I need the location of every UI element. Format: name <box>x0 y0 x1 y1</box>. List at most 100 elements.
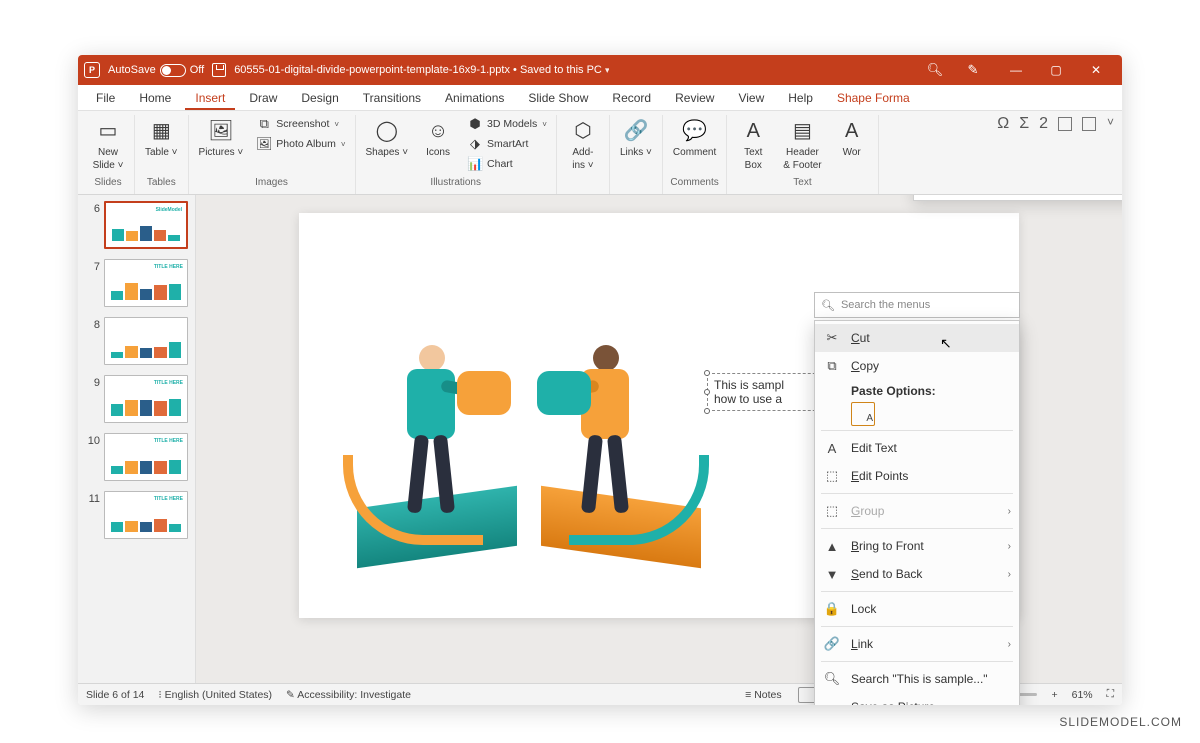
menu-item-label: Send to Back <box>851 567 922 581</box>
menu-item-label: Edit Text <box>851 441 897 455</box>
ribbon-photo-album[interactable]: 🖼Photo Album ˅ <box>253 135 348 153</box>
ribbon-wor[interactable]: AWor <box>832 115 872 160</box>
tab-draw[interactable]: Draw <box>239 87 287 110</box>
group-label: Comments <box>670 175 718 191</box>
tab-review[interactable]: Review <box>665 87 724 110</box>
tab-shape-forma[interactable]: Shape Forma <box>827 87 920 110</box>
ribbon-new-slide[interactable]: ▭NewSlide ˅ <box>88 115 128 173</box>
ribbon-header-footer[interactable]: ▤Header& Footer <box>779 115 825 173</box>
search-icon[interactable]: 🔍︎ <box>920 62 950 78</box>
tab-file[interactable]: File <box>86 87 125 110</box>
draw-mode-icon[interactable]: ✎ <box>958 62 988 78</box>
photo-album-icon: 🖼 <box>256 136 272 152</box>
mini-outline[interactable]: ▭Outline˅ <box>985 195 1027 197</box>
group-label: Tables <box>147 175 176 191</box>
ribbon-collapse-icon[interactable]: ˅ <box>1107 115 1114 129</box>
ribbon-comment[interactable]: 💬Comment <box>669 115 720 160</box>
tab-view[interactable]: View <box>728 87 774 110</box>
menu-bring-to-front[interactable]: ▲Bring to Front› <box>815 532 1019 560</box>
menu-item-label: Edit Points <box>851 469 908 483</box>
notes-button[interactable]: ≡ Notes <box>745 689 781 701</box>
ribbon-3d-models[interactable]: ⬢3D Models ˅ <box>464 115 550 133</box>
ribbon-smartart[interactable]: ⬗SmartArt <box>464 135 550 153</box>
thumbnail-number: 7 <box>86 259 100 273</box>
table-icon: ▦ <box>147 117 175 145</box>
pictures-icon: 🖼 <box>207 117 235 145</box>
thumbnail-slide[interactable]: 8 <box>86 317 191 365</box>
ribbon-links[interactable]: 🔗Links ˅ <box>616 115 656 160</box>
minimize-button[interactable]: — <box>996 55 1036 85</box>
search-icon: 🔍︎ <box>821 299 835 312</box>
ribbon-text-box[interactable]: ATextBox <box>733 115 773 173</box>
ribbon-screenshot[interactable]: ⧉Screenshot ˅ <box>253 115 348 133</box>
zoom-in-button[interactable]: + <box>1051 689 1057 701</box>
menu-lock[interactable]: 🔒Lock <box>815 595 1019 623</box>
menu-copy[interactable]: ⧉Copy <box>815 352 1019 380</box>
thumbnail-slide[interactable]: 10TITLE HERE <box>86 433 191 481</box>
workspace: 6SlideModel7TITLE HERE89TITLE HERE10TITL… <box>78 195 1122 683</box>
autosave-toggle[interactable]: AutoSave Off <box>108 64 204 77</box>
tab-help[interactable]: Help <box>778 87 823 110</box>
extra-ribbon-symbols: ΩΣ2 <box>997 115 1096 133</box>
ribbon-icons[interactable]: ☺Icons <box>418 115 458 160</box>
slide-thumbnails-panel[interactable]: 6SlideModel7TITLE HERE89TITLE HERE10TITL… <box>78 195 196 683</box>
thumbnail-number: 9 <box>86 375 100 389</box>
thumbnail-preview[interactable] <box>104 317 188 365</box>
menu-search-input[interactable]: 🔍︎ Search the menus <box>814 292 1020 318</box>
mini-fill[interactable]: ▰Fill˅ <box>951 195 985 197</box>
thumbnail-slide[interactable]: 9 TITLE HERE <box>86 375 191 423</box>
menu-item-label: Copy <box>851 359 879 373</box>
tab-slide-show[interactable]: Slide Show <box>518 87 598 110</box>
thumbnail-slide[interactable]: 6SlideModel <box>86 201 191 249</box>
ribbon-table[interactable]: ▦Table ˅ <box>141 115 182 160</box>
close-button[interactable]: ✕ <box>1076 55 1116 85</box>
menu-send-to-back[interactable]: ▼Send to Back› <box>815 560 1019 588</box>
document-title[interactable]: 60555-01-digital-divide-powerpoint-templ… <box>234 64 609 76</box>
fit-to-window-button[interactable]: ⛶ <box>1107 688 1114 701</box>
ribbon-shapes[interactable]: ◯Shapes ˅ <box>362 115 413 160</box>
slide-counter[interactable]: Slide 6 of 14 <box>86 689 144 701</box>
menu-save-as-picture[interactable]: Save as Picture... <box>815 693 1019 705</box>
zoom-level[interactable]: 61% <box>1072 689 1093 701</box>
mini-toolbar[interactable]: ◧Style˅▰Fill˅▭Outline˅💬NewCommentAFontCo… <box>913 195 1122 201</box>
mini-animation-styles[interactable]: ★AnimationStyles <box>1115 195 1122 197</box>
thumbnail-slide[interactable]: 7 TITLE HERE <box>86 259 191 307</box>
menu-item-label: Save as Picture... <box>851 700 945 705</box>
accessibility-status[interactable]: ✎ Accessibility: Investigate <box>286 689 411 701</box>
mini-new-comment[interactable]: 💬NewComment <box>1027 195 1080 197</box>
link-icon: 🔗 <box>823 635 841 653</box>
thumbnail-preview[interactable]: TITLE HERE <box>104 433 188 481</box>
mini-style[interactable]: ◧Style˅ <box>917 195 951 197</box>
tab-home[interactable]: Home <box>129 87 181 110</box>
tab-transitions[interactable]: Transitions <box>353 87 431 110</box>
submenu-arrow-icon: › <box>1008 569 1011 580</box>
thumbnail-preview[interactable]: TITLE HERE <box>104 491 188 539</box>
tab-insert[interactable]: Insert <box>185 87 235 110</box>
tab-animations[interactable]: Animations <box>435 87 514 110</box>
menu-item-label: Cut <box>851 331 870 345</box>
tab-design[interactable]: Design <box>291 87 348 110</box>
mini-font-color[interactable]: AFontColor˅ <box>1080 195 1115 197</box>
menu-edit-text[interactable]: AEdit Text <box>815 434 1019 462</box>
thumbnail-slide[interactable]: 11 TITLE HERE <box>86 491 191 539</box>
lock-icon: 🔒 <box>823 600 841 618</box>
maximize-button[interactable]: ▢ <box>1036 55 1076 85</box>
menu-edit-points[interactable]: ⬚Edit Points <box>815 462 1019 490</box>
paste-keep-text-button[interactable]: A <box>851 402 875 426</box>
ribbon-add--ins[interactable]: ⬡Add-ins ˅ <box>563 115 603 173</box>
ribbon-pictures[interactable]: 🖼Pictures ˅ <box>195 115 248 160</box>
menu-link[interactable]: 🔗Link› <box>815 630 1019 658</box>
menu-search-this-is-sample[interactable]: 🔍︎Search "This is sample..." <box>815 665 1019 693</box>
thumbnail-preview[interactable]: TITLE HERE <box>104 375 188 423</box>
header-icon: ▤ <box>788 117 816 145</box>
menu-cut[interactable]: ✂Cut <box>815 324 1019 352</box>
thumbnail-preview[interactable]: SlideModel <box>104 201 188 249</box>
thumbnail-preview[interactable]: TITLE HERE <box>104 259 188 307</box>
ribbon-chart[interactable]: 📊Chart <box>464 155 550 173</box>
tab-record[interactable]: Record <box>602 87 661 110</box>
save-icon[interactable] <box>212 63 226 77</box>
ribbon-group-tables: ▦Table ˅ Tables <box>135 115 189 194</box>
context-menu[interactable]: ✂Cut⧉CopyPaste Options:AAEdit Text⬚Edit … <box>814 320 1020 705</box>
language-status[interactable]: ⁝ English (United States) <box>158 689 272 701</box>
thumbnail-number: 11 <box>86 491 100 505</box>
